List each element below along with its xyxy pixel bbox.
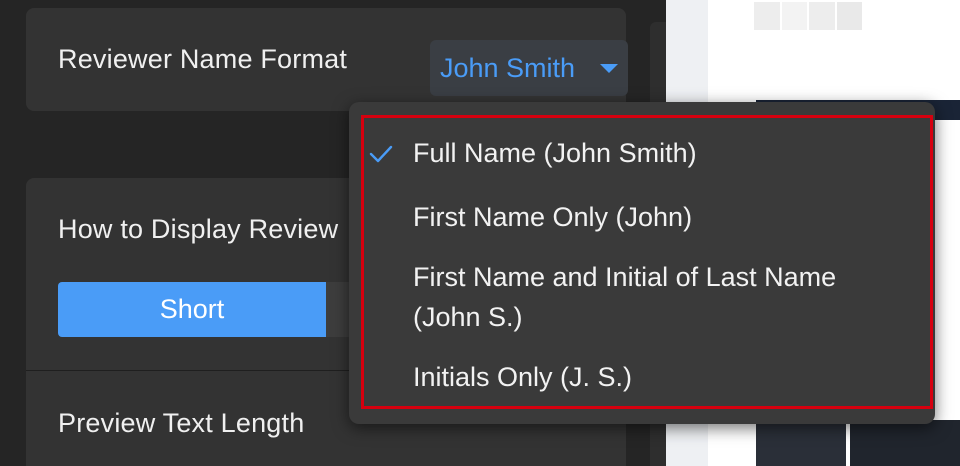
display-reviews-label: How to Display Review <box>58 214 339 244</box>
menu-item-label: First Name Only (John) <box>413 202 693 232</box>
preview-thumbnails <box>754 2 864 30</box>
thumbnail <box>781 2 807 30</box>
segment-short-label: Short <box>159 294 225 324</box>
reviewer-name-format-select[interactable]: John Smith <box>430 40 628 96</box>
menu-item-first-name-last-initial[interactable]: First Name and Initial of Last Name (Joh… <box>349 257 935 337</box>
thumbnail <box>754 2 780 30</box>
menu-item-label: Full Name (John Smith) <box>413 138 697 168</box>
thumbnail <box>836 2 862 30</box>
preview-photo <box>850 420 960 466</box>
app-window: Reviewer Name Format John Smith How to D… <box>0 0 960 466</box>
caret-down-icon <box>600 64 618 73</box>
menu-item-label: First Name and Initial of Last Name (Joh… <box>413 262 837 332</box>
preview-text-length-label: Preview Text Length <box>58 408 305 438</box>
preview-photo <box>756 420 846 466</box>
reviewer-name-format-card: Reviewer Name Format John Smith <box>26 8 628 111</box>
check-icon <box>369 145 393 163</box>
thumbnail <box>809 2 835 30</box>
menu-item-initials-only[interactable]: Initials Only (J. S.) <box>349 357 935 397</box>
menu-item-full-name[interactable]: Full Name (John Smith) <box>349 133 935 173</box>
segment-short-button[interactable]: Short <box>58 282 326 337</box>
reviewer-name-format-label: Reviewer Name Format <box>58 44 348 74</box>
selected-name-format-value: John Smith <box>440 52 576 83</box>
menu-item-first-name-only[interactable]: First Name Only (John) <box>349 197 935 237</box>
name-format-dropdown-menu: Full Name (John Smith) First Name Only (… <box>349 102 935 424</box>
menu-item-label: Initials Only (J. S.) <box>413 362 633 392</box>
